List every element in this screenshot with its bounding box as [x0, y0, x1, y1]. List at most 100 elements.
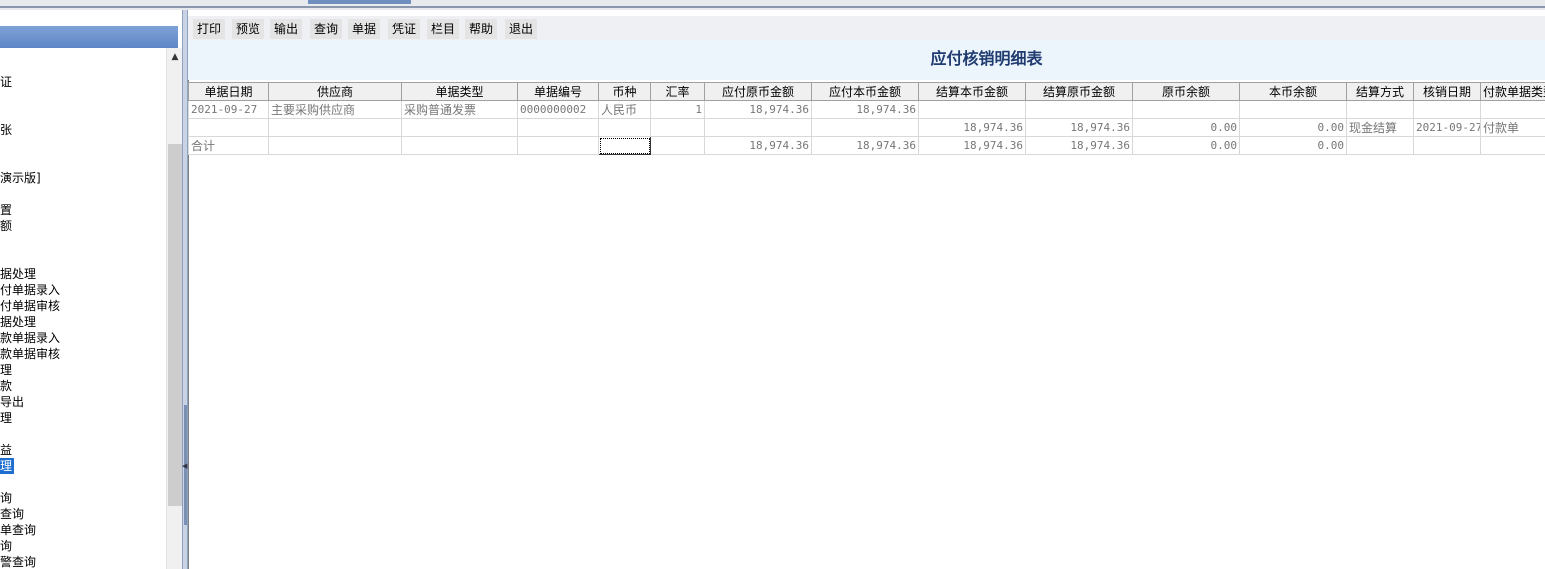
nav-item[interactable]: 证 — [0, 74, 12, 90]
table-cell[interactable] — [1413, 100, 1481, 119]
nav-item[interactable]: 款单据审核 — [0, 346, 60, 362]
column-header[interactable]: 单据编号 — [517, 82, 599, 101]
table-cell[interactable] — [1480, 100, 1545, 119]
column-header[interactable]: 结算方式 — [1346, 82, 1414, 101]
table-cell[interactable]: 采购普通发票 — [401, 100, 518, 119]
report-grid: 单据日期 供应商 单据类型 单据编号 币种 汇率 应付原币金额 应付本币金额 结算本币金额 结算原… — [188, 82, 1545, 155]
menu-item[interactable]: 查询 — [310, 19, 343, 39]
table-cell[interactable]: 18,974.36 — [918, 136, 1026, 155]
table-cell[interactable] — [517, 118, 599, 137]
nav-item[interactable]: 款单据录入 — [0, 330, 60, 346]
table-cell[interactable] — [1132, 100, 1240, 119]
nav-item[interactable]: 查询 — [0, 506, 24, 522]
table-cell[interactable]: 0.00 — [1239, 136, 1347, 155]
table-cell[interactable]: 0.00 — [1239, 118, 1347, 137]
table-cell[interactable] — [1346, 100, 1414, 119]
column-header[interactable]: 核销日期 — [1413, 82, 1481, 101]
nav-item[interactable]: 款 — [0, 378, 12, 394]
menu-item[interactable]: 打印 — [193, 19, 226, 39]
table-cell[interactable]: 18,974.36 — [811, 100, 919, 119]
table-cell[interactable]: 18,974.36 — [811, 136, 919, 155]
column-header[interactable]: 单据日期 — [188, 82, 269, 101]
table-cell[interactable]: 1 — [650, 100, 705, 119]
column-header[interactable]: 供应商 — [268, 82, 402, 101]
table-row[interactable]: 2021-09-27 主要采购供应商 采购普通发票 0000000002 人民币 1 18,… — [188, 100, 1545, 119]
nav-item[interactable]: 演示版] — [0, 170, 41, 186]
nav-item[interactable]: 据处理 — [0, 266, 36, 282]
table-cell[interactable]: 2021-09-27 — [188, 100, 269, 119]
table-cell[interactable] — [517, 136, 599, 155]
nav-item[interactable]: 单查询 — [0, 522, 36, 538]
table-row[interactable]: 18,974.36 18,974.36 0.00 0.00 现金结算 2021-09-27… — [188, 118, 1545, 137]
table-cell[interactable] — [401, 118, 518, 137]
table-cell[interactable] — [1346, 136, 1414, 155]
column-header[interactable]: 应付本币金额 — [811, 82, 919, 101]
nav-item[interactable]: 张 — [0, 122, 12, 138]
table-cell[interactable] — [918, 100, 1026, 119]
table-cell[interactable]: 18,974.36 — [704, 136, 812, 155]
table-cell[interactable]: 18,974.36 — [1025, 118, 1133, 137]
nav-item[interactable]: 警查询 — [0, 554, 36, 569]
table-cell[interactable] — [598, 136, 651, 155]
menu-item[interactable]: 单据 — [348, 19, 381, 39]
table-cell[interactable] — [1480, 136, 1545, 155]
scroll-up-icon[interactable]: ▲ — [167, 48, 183, 66]
table-cell[interactable] — [650, 118, 705, 137]
menu-item[interactable]: 帮助 — [465, 19, 498, 39]
nav-item[interactable]: 理 — [0, 410, 12, 426]
table-cell[interactable] — [811, 118, 919, 137]
table-cell[interactable]: 0.00 — [1132, 136, 1240, 155]
column-header[interactable]: 汇率 — [650, 82, 705, 101]
nav-item[interactable]: 益 — [0, 442, 12, 458]
table-row[interactable]: 合计 18,974.36 18,974.36 18,974.36 18,974.36 0.… — [188, 136, 1545, 155]
table-cell[interactable] — [1413, 136, 1481, 155]
nav-scrollbar[interactable]: ▲ — [166, 48, 182, 569]
collapse-left-icon[interactable]: ◀ — [182, 462, 187, 470]
table-cell[interactable] — [188, 118, 269, 137]
table-cell[interactable]: 18,974.36 — [1025, 136, 1133, 155]
nav-item[interactable]: 理 — [0, 362, 12, 378]
active-window-tab[interactable] — [308, 0, 411, 4]
table-cell[interactable] — [598, 118, 651, 137]
nav-item[interactable]: 付单据审核 — [0, 298, 60, 314]
table-cell[interactable] — [268, 118, 402, 137]
table-cell[interactable] — [1239, 100, 1347, 119]
column-header[interactable]: 币种 — [598, 82, 651, 101]
menu-item[interactable]: 凭证 — [388, 19, 421, 39]
nav-item[interactable]: 询 — [0, 538, 12, 554]
column-header[interactable]: 单据类型 — [401, 82, 518, 101]
column-header[interactable]: 付款单据类型 — [1480, 82, 1545, 101]
nav-item[interactable]: 理 — [0, 458, 15, 474]
table-cell[interactable]: 0000000002 — [517, 100, 599, 119]
nav-item[interactable]: 询 — [0, 490, 12, 506]
table-cell[interactable] — [268, 136, 402, 155]
table-cell[interactable]: 合计 — [188, 136, 269, 155]
table-cell[interactable] — [650, 136, 705, 155]
menu-item[interactable]: 栏目 — [427, 19, 460, 39]
table-cell[interactable]: 18,974.36 — [918, 118, 1026, 137]
table-cell[interactable]: 现金结算 — [1346, 118, 1414, 137]
table-cell[interactable] — [401, 136, 518, 155]
column-header[interactable]: 结算原币金额 — [1025, 82, 1133, 101]
table-cell[interactable]: 主要采购供应商 — [268, 100, 402, 119]
menu-item[interactable]: 预览 — [232, 19, 265, 39]
menu-item[interactable]: 退出 — [505, 19, 538, 39]
table-cell[interactable]: 付款单 — [1480, 118, 1545, 137]
table-cell[interactable]: 18,974.36 — [704, 100, 812, 119]
table-cell[interactable] — [704, 118, 812, 137]
nav-item[interactable]: 额 — [0, 218, 12, 234]
nav-item[interactable]: 导出 — [0, 394, 24, 410]
table-cell[interactable]: 人民币 — [598, 100, 651, 119]
menu-item[interactable]: 输出 — [270, 19, 303, 39]
column-header[interactable]: 原币余额 — [1132, 82, 1240, 101]
table-cell[interactable] — [1025, 100, 1133, 119]
column-header[interactable]: 本币余额 — [1239, 82, 1347, 101]
column-header[interactable]: 应付原币金额 — [704, 82, 812, 101]
scroll-thumb[interactable] — [168, 144, 182, 506]
column-header[interactable]: 结算本币金额 — [918, 82, 1026, 101]
nav-item[interactable]: 据处理 — [0, 314, 36, 330]
nav-item[interactable]: 置 — [0, 202, 12, 218]
nav-item[interactable]: 付单据录入 — [0, 282, 60, 298]
table-cell[interactable]: 2021-09-27 — [1413, 118, 1481, 137]
table-cell[interactable]: 0.00 — [1132, 118, 1240, 137]
